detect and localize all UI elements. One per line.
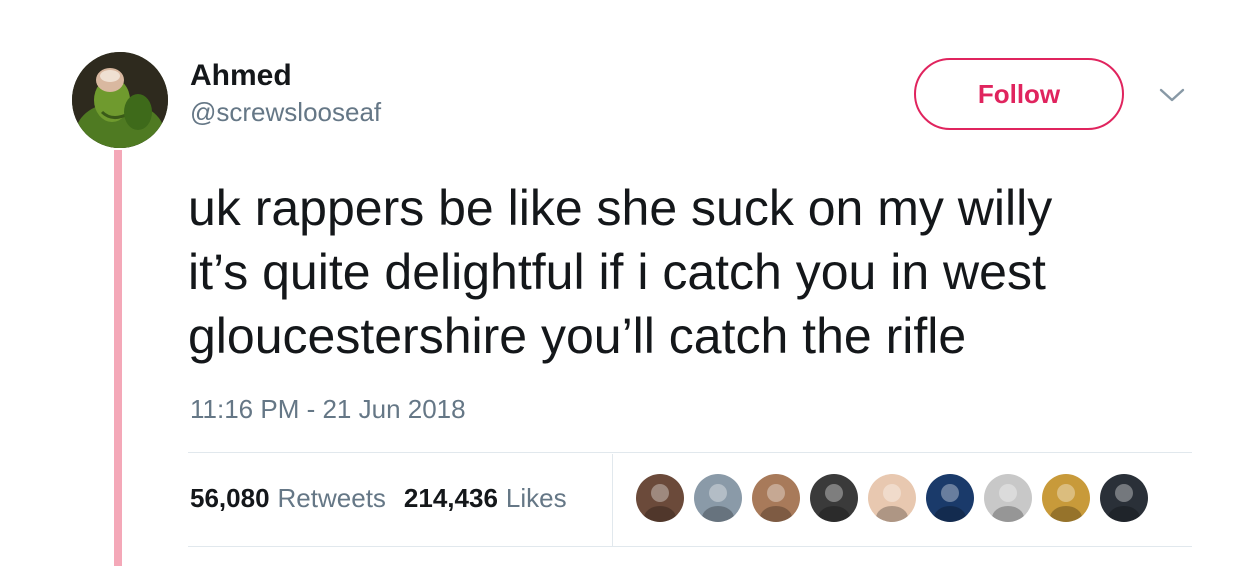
liker-avatar-4[interactable] [810,474,858,522]
avatar-image-icon [752,474,800,522]
chevron-down-icon [1159,88,1185,102]
author-avatar[interactable] [72,52,168,148]
liker-avatar-8[interactable] [1042,474,1090,522]
retweets-stat[interactable]: 56,080 Retweets [190,480,404,516]
tweet-text-line: uk rappers be like she suck on my willy [188,180,1053,236]
retweets-count: 56,080 [190,483,270,513]
liker-avatar-5[interactable] [868,474,916,522]
likes-stat[interactable]: 214,436 Likes [404,480,585,516]
tweet-timestamp[interactable]: 11:16 PM - 21 Jun 2018 [190,392,466,426]
stats-separator [612,454,613,546]
tweet-text-line: it’s quite delightful if i catch you in … [188,244,1046,300]
tweet-text: uk rappers be like she suck on my willy … [188,176,1218,368]
follow-button[interactable]: Follow [914,58,1124,130]
liker-avatar-6[interactable] [926,474,974,522]
avatar-image-icon [810,474,858,522]
avatar-image-icon [636,474,684,522]
avatar-image-icon [694,474,742,522]
likes-label: Likes [505,483,567,513]
liker-avatar-3[interactable] [752,474,800,522]
kermit-avatar-icon [72,52,168,148]
avatar-image-icon [868,474,916,522]
avatar-image-icon [1042,474,1090,522]
avatar-image-icon [1100,474,1148,522]
liker-avatars [636,474,1158,522]
tweet-stats: 56,080 Retweets 214,436 Likes [190,480,585,516]
author-handle[interactable]: @screwslooseaf [190,96,381,128]
retweets-label: Retweets [277,483,386,513]
avatar-image-icon [984,474,1032,522]
liker-avatar-1[interactable] [636,474,684,522]
stats-bottom-divider [188,546,1192,547]
author-name[interactable]: Ahmed [190,56,381,96]
author-block[interactable]: Ahmed @screwslooseaf [190,56,381,128]
follow-button-label: Follow [977,78,1061,109]
stats-top-divider [188,452,1192,453]
likes-count: 214,436 [403,483,498,513]
liker-avatar-9[interactable] [1100,474,1148,522]
more-options-button[interactable] [1158,84,1186,106]
liker-avatar-2[interactable] [694,474,742,522]
thread-line [114,150,122,566]
liker-avatar-7[interactable] [984,474,1032,522]
tweet-text-line: gloucestershire you’ll catch the rifle [188,308,967,364]
avatar-image-icon [926,474,974,522]
